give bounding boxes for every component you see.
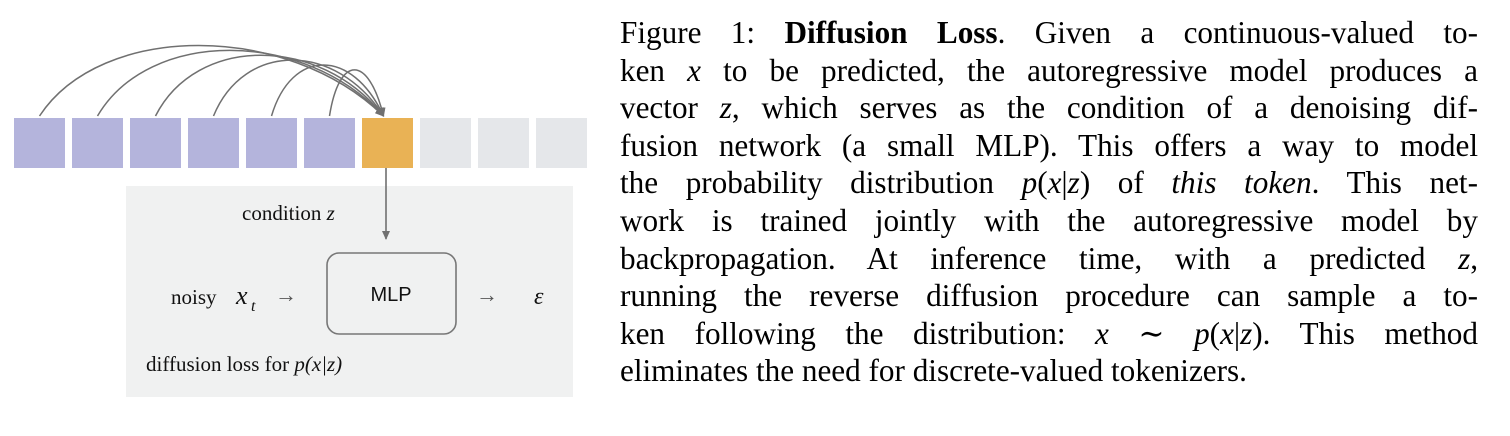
caption-text: ken xyxy=(620,52,688,88)
caption-line: running the reverse diffusion procedure … xyxy=(620,277,1478,315)
caption-text: ) of xyxy=(1079,165,1172,201)
caption-text: ( xyxy=(1209,315,1221,351)
caption-text: ( xyxy=(1037,165,1048,201)
caption-math: z xyxy=(1240,315,1253,351)
future-token xyxy=(478,118,529,168)
caption-text: ken following the distribution: xyxy=(620,315,1096,351)
caption-text: eliminates the need for discrete-valued … xyxy=(620,353,1247,389)
caption-line: backpropagation. At inference time, with… xyxy=(620,240,1478,278)
caption-math: x xyxy=(1047,165,1062,201)
caption-text: backpropagation. At inference time, with… xyxy=(620,240,1459,276)
caption-line: fusion network (a small MLP). This offer… xyxy=(620,127,1478,165)
autoregressive-arc xyxy=(270,64,385,117)
past-token xyxy=(304,118,355,168)
caption-line: ken x to be predicted, the autoregressiv… xyxy=(620,52,1478,90)
caption-math: p xyxy=(1021,165,1038,201)
past-token xyxy=(130,118,181,168)
caption-line: Figure 1: Diffusion Loss. Given a contin… xyxy=(620,14,1478,52)
noise-output-symbol: ε xyxy=(534,284,544,310)
figure-caption: Figure 1: Diffusion Loss. Given a contin… xyxy=(620,14,1478,390)
caption-text: , which serves as the condition of a den… xyxy=(731,90,1478,126)
caption-math: p xyxy=(1194,315,1210,351)
diffusion-loss-diagram: condition z noisy x t → MLP → ε diffusio… xyxy=(14,44,587,397)
caption-text: ). This method xyxy=(1252,315,1478,351)
noisy-input-var: x xyxy=(235,281,248,310)
caption-fig-label: Figure 1: xyxy=(620,15,785,50)
caption-text: the probability distribution xyxy=(620,165,1022,201)
past-token xyxy=(14,118,65,168)
caption-text: , xyxy=(1470,240,1478,276)
autoregressive-arc xyxy=(212,59,385,117)
autoregressive-arcs xyxy=(38,44,386,117)
current-token xyxy=(362,118,413,168)
input-arrow: → xyxy=(275,282,297,307)
caption-math: z xyxy=(719,90,732,126)
diffusion-loss-label: diffusion loss for p(x|z) xyxy=(146,352,342,376)
past-token xyxy=(188,118,239,168)
caption-math: z xyxy=(1067,165,1080,201)
caption-math: x xyxy=(687,52,701,88)
caption-math: z xyxy=(1458,240,1471,276)
caption-emph: this token xyxy=(1171,165,1312,201)
caption-math: x xyxy=(1220,315,1234,351)
caption-text: vector xyxy=(620,90,720,126)
condition-label: condition z xyxy=(242,201,335,225)
caption-fig-title: Diffusion Loss xyxy=(784,15,998,50)
noisy-input-label: noisy xyxy=(171,285,217,309)
mlp-label: MLP xyxy=(370,284,411,306)
future-token xyxy=(420,118,471,168)
future-token xyxy=(536,118,587,168)
caption-math: x xyxy=(1095,315,1109,351)
caption-text: . This net- xyxy=(1311,165,1478,201)
noisy-input-sub: t xyxy=(251,298,256,315)
caption-line: eliminates the need for discrete-valued … xyxy=(620,352,1478,390)
past-token xyxy=(72,118,123,168)
caption-text: . Given a continuous-valued to- xyxy=(997,15,1479,50)
caption-line: work is trained jointly with the autoreg… xyxy=(620,202,1478,240)
caption-text: to be predicted, the autoregressive mode… xyxy=(701,52,1479,88)
output-arrow: → xyxy=(476,282,498,307)
caption-line: the probability distribution p(x|z) of t… xyxy=(620,164,1478,202)
caption-text: fusion network (a small MLP). This offer… xyxy=(620,127,1478,163)
caption-text: running the reverse diffusion procedure … xyxy=(620,278,1478,314)
token-sequence xyxy=(14,118,587,168)
caption-text: work is trained jointly with the autoreg… xyxy=(620,202,1478,238)
caption-line: vector z, which serves as the condition … xyxy=(620,89,1478,127)
caption-text: ∼ xyxy=(1108,315,1195,351)
caption-line: ken following the distribution: x ∼ p(x|… xyxy=(620,315,1478,353)
past-token xyxy=(246,118,297,168)
